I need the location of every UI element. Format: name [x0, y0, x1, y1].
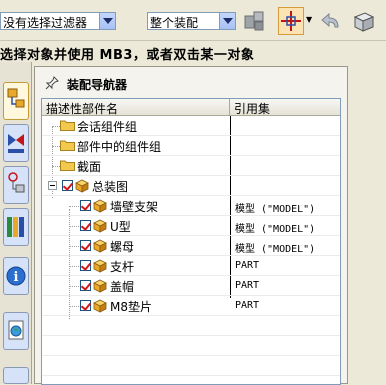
tree-node-wall-bracket[interactable]: 墙壁支架 模型 ("MODEL") [42, 196, 340, 216]
tree-node-cap[interactable]: 盖帽 PART [42, 276, 340, 296]
dropdown-arrow-icon[interactable]: ▼ [306, 15, 312, 24]
visibility-checkbox[interactable] [80, 300, 91, 311]
tree-line [52, 166, 60, 167]
undo-icon[interactable] [318, 8, 344, 34]
selection-scope-value: 整个装配 [150, 16, 199, 30]
tree-line [69, 226, 79, 227]
tree-line [69, 246, 79, 247]
tree-line [52, 146, 60, 147]
crosshair-icon [281, 11, 301, 31]
library-books-icon [7, 217, 24, 237]
node-reference-set: 模型 ("MODEL") [235, 224, 316, 235]
constraint-navigator-tab[interactable] [3, 124, 29, 162]
history-tab[interactable]: i [3, 257, 29, 295]
folder-icon [60, 140, 75, 151]
tree-node-nut[interactable]: 螺母 模型 ("MODEL") [42, 236, 340, 256]
assembly-navigator-panel: 装配导航器 描述性部件名 引用集 会话组件组 部件中的组件组 截面 总装图 墙壁… [34, 66, 348, 385]
node-reference-set: 模型 ("MODEL") [235, 244, 316, 255]
info-icon: i [6, 266, 26, 286]
node-label: 盖帽 [110, 280, 135, 294]
selection-scope-select[interactable]: 整个装配 [147, 12, 236, 30]
tree-line [52, 126, 60, 127]
cue-line-text: 选择对象并使用 MB3，或者双击某一对象 [0, 48, 255, 63]
part-navigator-icon [8, 172, 25, 193]
assembly-icon [75, 179, 89, 193]
resource-bar: i [0, 62, 32, 384]
tree-node-sections[interactable]: 截面 [42, 156, 340, 176]
visibility-checkbox[interactable] [80, 220, 91, 231]
tree-node-session-groups[interactable]: 会话组件组 [42, 116, 340, 136]
type-filter-select[interactable]: 没有选择过滤器 [0, 12, 116, 30]
collapse-icon[interactable] [48, 181, 57, 190]
tree-node-groups-in-part[interactable]: 部件中的组件组 [42, 136, 340, 156]
tree-node-m8-washer[interactable]: M8垫片 PART [42, 296, 340, 316]
pin-icon[interactable] [45, 76, 59, 90]
svg-text:i: i [14, 270, 19, 285]
empty-row [42, 336, 340, 356]
visibility-checkbox[interactable] [80, 200, 91, 211]
tree-line [69, 306, 79, 307]
column-header-name-label: 描述性部件名 [46, 102, 119, 116]
part-icon [93, 259, 107, 273]
node-reference-set: PART [235, 280, 260, 291]
folder-icon [60, 160, 75, 171]
process-studio-tab[interactable] [3, 367, 29, 384]
constraint-icon [8, 134, 24, 153]
node-reference-set: 模型 ("MODEL") [235, 204, 316, 215]
tree-line [69, 286, 79, 287]
chevron-down-icon[interactable] [99, 13, 115, 29]
empty-row [42, 316, 340, 336]
part-icon [93, 219, 107, 233]
part-cube-icon[interactable] [350, 8, 376, 34]
panel-title: 装配导航器 [67, 78, 128, 92]
node-label: 支杆 [110, 260, 135, 274]
node-label: 总装图 [92, 180, 129, 194]
visibility-checkbox[interactable] [80, 280, 91, 291]
type-filter-value: 没有选择过滤器 [3, 16, 88, 30]
empty-row [42, 356, 340, 376]
node-label: U型 [110, 220, 131, 234]
panel-header: 装配导航器 [35, 73, 347, 93]
part-icon [93, 239, 107, 253]
assembly-navigator-tab[interactable] [3, 82, 29, 120]
tree-node-u-clamp[interactable]: U型 模型 ("MODEL") [42, 216, 340, 236]
cue-line: 选择对象并使用 MB3，或者双击某一对象 [0, 40, 386, 63]
node-label: M8垫片 [110, 300, 152, 314]
reuse-library-tab[interactable] [3, 208, 29, 246]
part-icon [93, 279, 107, 293]
node-label: 部件中的组件组 [77, 140, 162, 154]
column-header-reference-set[interactable]: 引用集 [230, 99, 340, 116]
node-reference-set: PART [235, 300, 260, 311]
toolbar: 没有选择过滤器 整个装配 ▼ [0, 0, 386, 40]
navigator-tree[interactable]: 描述性部件名 引用集 会话组件组 部件中的组件组 截面 总装图 墙壁支架 模型 … [41, 98, 341, 385]
chevron-down-icon[interactable] [219, 13, 235, 29]
tree-line [69, 266, 79, 267]
assembly-filter-icon[interactable] [242, 8, 268, 34]
snap-point-button[interactable] [278, 7, 304, 35]
web-browser-tab[interactable] [3, 312, 29, 350]
folder-icon [60, 120, 75, 131]
tree-line [69, 206, 79, 207]
visibility-checkbox[interactable] [80, 240, 91, 251]
node-label: 墙壁支架 [110, 200, 159, 214]
graphics-window-edge [348, 62, 386, 384]
visibility-checkbox[interactable] [80, 260, 91, 271]
part-icon [93, 299, 107, 313]
column-header-name[interactable]: 描述性部件名 [42, 99, 230, 116]
part-icon [93, 199, 107, 213]
column-header-reference-set-label: 引用集 [234, 102, 271, 116]
globe-icon [8, 320, 24, 340]
node-label: 会话组件组 [77, 120, 138, 134]
node-label: 螺母 [110, 240, 135, 254]
tree-node-top-assembly[interactable]: 总装图 [42, 176, 340, 196]
part-navigator-tab[interactable] [3, 166, 29, 204]
node-label: 截面 [77, 160, 102, 174]
assembly-navigator-icon [7, 88, 25, 108]
node-reference-set: PART [235, 260, 260, 271]
visibility-checkbox[interactable] [62, 180, 73, 191]
tree-node-rod[interactable]: 支杆 PART [42, 256, 340, 276]
